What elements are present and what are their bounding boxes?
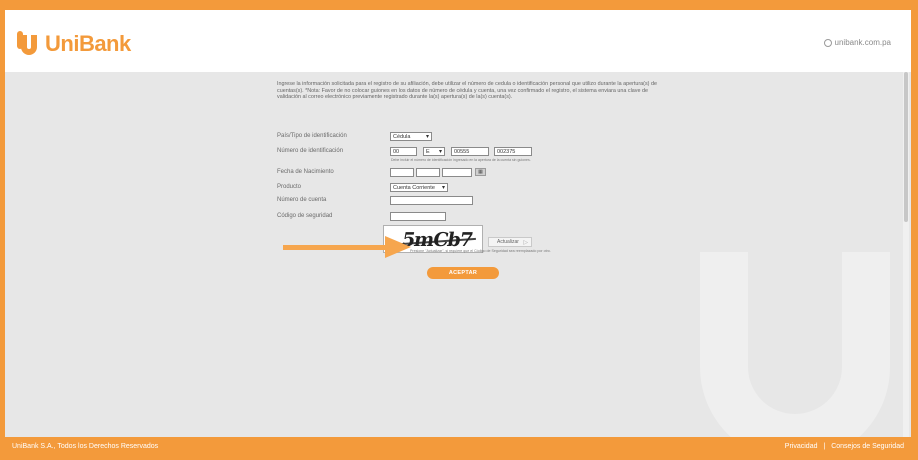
account-input[interactable] (390, 196, 473, 205)
birth-label: Fecha de Nacimiento (277, 169, 334, 175)
id-input-4-value: 002375 (497, 148, 516, 155)
captcha-text: 5mCb7 (400, 229, 474, 251)
security-code-label: Código de seguridad (277, 213, 333, 219)
product-label: Producto (277, 184, 302, 190)
id-input-4[interactable]: 002375 (494, 147, 532, 156)
header: UniBank unibank.com.pa (5, 10, 911, 72)
country-select[interactable]: Cédula (390, 132, 432, 141)
intro-text: Ingrese la información solicitada para e… (277, 81, 657, 100)
globe-icon (823, 38, 832, 47)
site-link-text: unibank.com.pa (834, 38, 891, 47)
product-select[interactable]: Cuenta Corriente (390, 183, 448, 192)
content-area: Ingrese la información solicitada para e… (5, 72, 911, 437)
annotation-arrow-shaft (283, 245, 385, 250)
birth-year-input[interactable] (442, 168, 472, 177)
country-value: Cédula (393, 133, 411, 140)
annotation-arrow-icon (385, 236, 411, 258)
refresh-captcha-button[interactable]: Actualizar ▷ (488, 237, 532, 247)
id-input-3-value: 00555 (454, 148, 470, 155)
unibank-logo-icon (17, 31, 39, 57)
security-code-input[interactable] (390, 212, 446, 221)
id-input-1[interactable]: 00 (390, 147, 417, 156)
captcha-note: Presione "Actualizar", si requiere que e… (410, 249, 551, 253)
page: UniBank unibank.com.pa Ingrese la inform… (5, 10, 911, 447)
chevron-right-icon: ▷ (523, 240, 528, 246)
scrollbar-thumb[interactable] (904, 72, 908, 222)
id-select-2-value: E (426, 148, 430, 155)
footer-links: Privacidad | Consejos de Seguridad (783, 443, 906, 450)
id-input-1-value: 00 (393, 148, 400, 155)
id-label: Número de identificación (277, 148, 344, 154)
site-link[interactable]: unibank.com.pa (823, 38, 891, 47)
footer-separator: | (823, 443, 826, 450)
accept-button[interactable]: ACEPTAR (427, 267, 499, 279)
scrollbar[interactable] (903, 72, 909, 437)
country-label: País/Tipo de identificación (277, 133, 347, 139)
id-input-3[interactable]: 00555 (451, 147, 489, 156)
watermark-logo-icon (700, 252, 890, 437)
footer-copyright: UniBank S.A., Todos los Derechos Reserva… (12, 443, 159, 450)
id-select-2[interactable]: E (423, 147, 445, 156)
account-label: Número de cuenta (277, 197, 327, 203)
privacy-link[interactable]: Privacidad (785, 443, 818, 450)
calendar-icon[interactable]: ▦ (475, 168, 486, 176)
birth-day-input[interactable] (390, 168, 414, 177)
birth-month-input[interactable] (416, 168, 440, 177)
accept-label: ACEPTAR (448, 270, 478, 276)
product-value: Cuenta Corriente (393, 184, 435, 191)
footer: UniBank S.A., Todos los Derechos Reserva… (0, 437, 918, 460)
refresh-captcha-label: Actualizar (497, 239, 519, 245)
id-note: Debe incluir el número de identificación… (391, 158, 531, 162)
logo[interactable]: UniBank (17, 30, 131, 58)
logo-text: UniBank (45, 31, 131, 56)
security-tips-link[interactable]: Consejos de Seguridad (831, 443, 904, 450)
